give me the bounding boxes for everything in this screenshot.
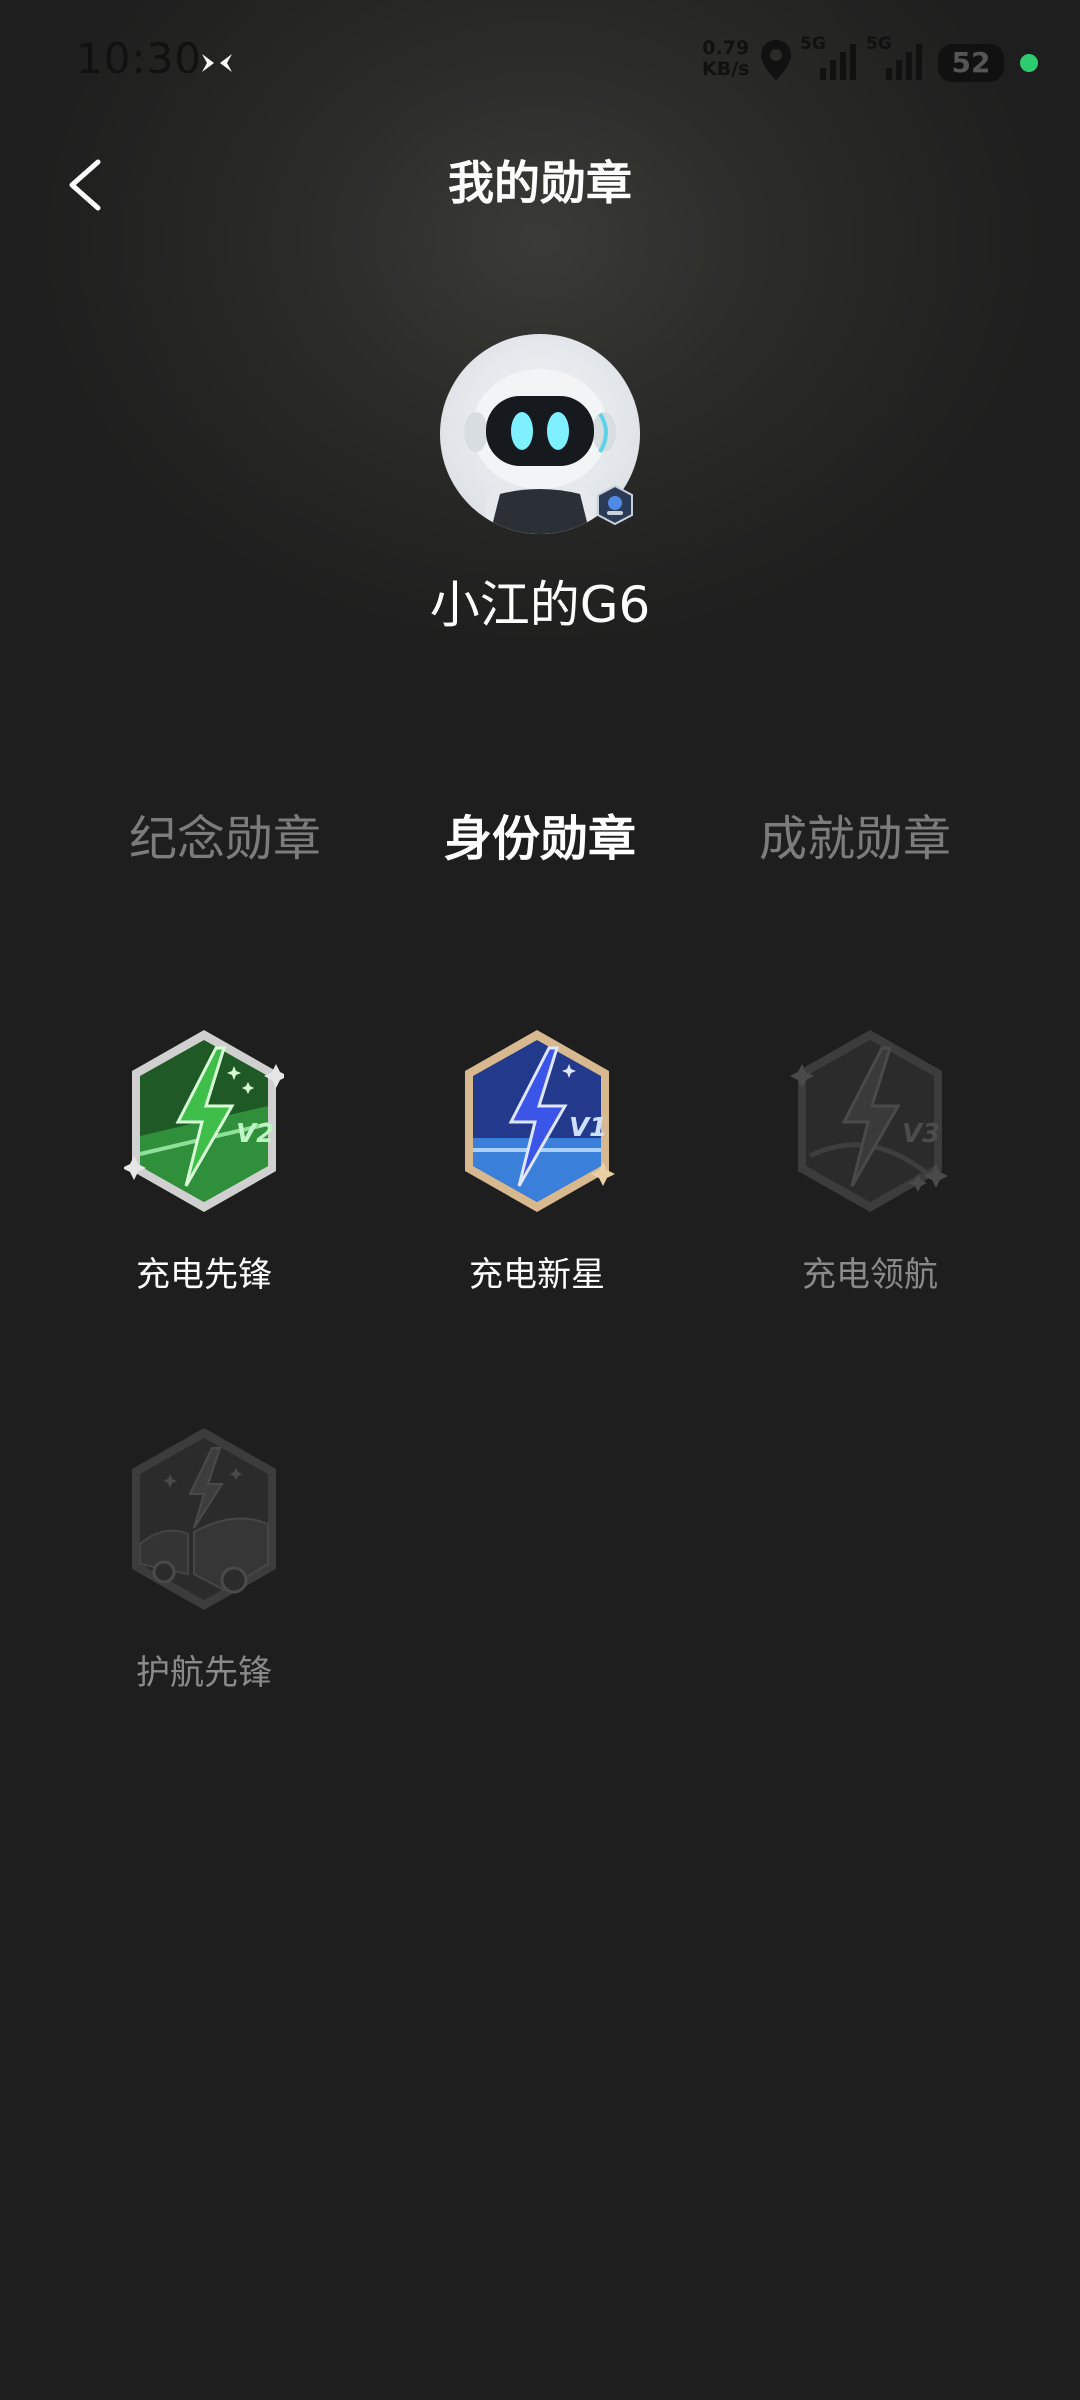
tab-identity[interactable]: 身份勋章 xyxy=(390,804,690,874)
page-title: 我的勋章 xyxy=(448,156,632,210)
avatar-badge-icon xyxy=(597,484,633,526)
location-icon xyxy=(761,40,791,80)
badge-escort-pioneer[interactable]: 护航先锋 xyxy=(84,1424,324,1724)
badge-label: 护航先锋 xyxy=(136,1653,272,1693)
signal-1: 5G xyxy=(800,34,864,84)
badge-charging-leader[interactable]: V3 充电领航 xyxy=(750,1026,990,1326)
badge-charging-star[interactable]: V1 充电新星 xyxy=(417,1026,657,1326)
signal-2: 5G xyxy=(866,34,930,84)
battery-indicator: 52 xyxy=(938,44,1004,82)
badge-level-text: V3 xyxy=(902,1119,940,1149)
badge-charging-pioneer[interactable]: V2 充电先锋 xyxy=(84,1026,324,1326)
signal-bars-icon xyxy=(886,44,922,80)
badge-level-text: V1 xyxy=(569,1113,607,1143)
chevron-left-icon xyxy=(69,159,101,211)
signal-bars-icon xyxy=(820,44,856,80)
app-notification-icon xyxy=(202,54,232,72)
tab-achievement[interactable]: 成就勋章 xyxy=(705,804,1005,874)
network-speed-unit: KB/s xyxy=(702,58,750,80)
badge-label: 充电新星 xyxy=(469,1255,605,1295)
badge-level-text: V2 xyxy=(236,1119,274,1149)
badge-charging-pioneer-icon: V2 xyxy=(124,1030,284,1212)
status-time: 10:30 xyxy=(76,34,203,83)
network-speed-value: 0.79 xyxy=(702,37,750,59)
badge-charging-star-icon: V1 xyxy=(465,1030,615,1212)
back-button[interactable] xyxy=(60,150,120,220)
badge-charging-leader-locked-icon: V3 xyxy=(790,1030,948,1212)
status-bar: 10:30 0.79 KB/s 5G 5G 52 xyxy=(0,0,1080,130)
status-dot xyxy=(1020,54,1038,72)
badge-escort-pioneer-locked-icon xyxy=(132,1428,276,1610)
username: 小江的G6 xyxy=(429,576,651,634)
badge-label: 充电先锋 xyxy=(136,1255,272,1295)
tab-commemorative[interactable]: 纪念勋章 xyxy=(75,804,375,874)
badge-label: 充电领航 xyxy=(802,1255,938,1295)
network-speed: 0.79 KB/s xyxy=(702,38,749,80)
